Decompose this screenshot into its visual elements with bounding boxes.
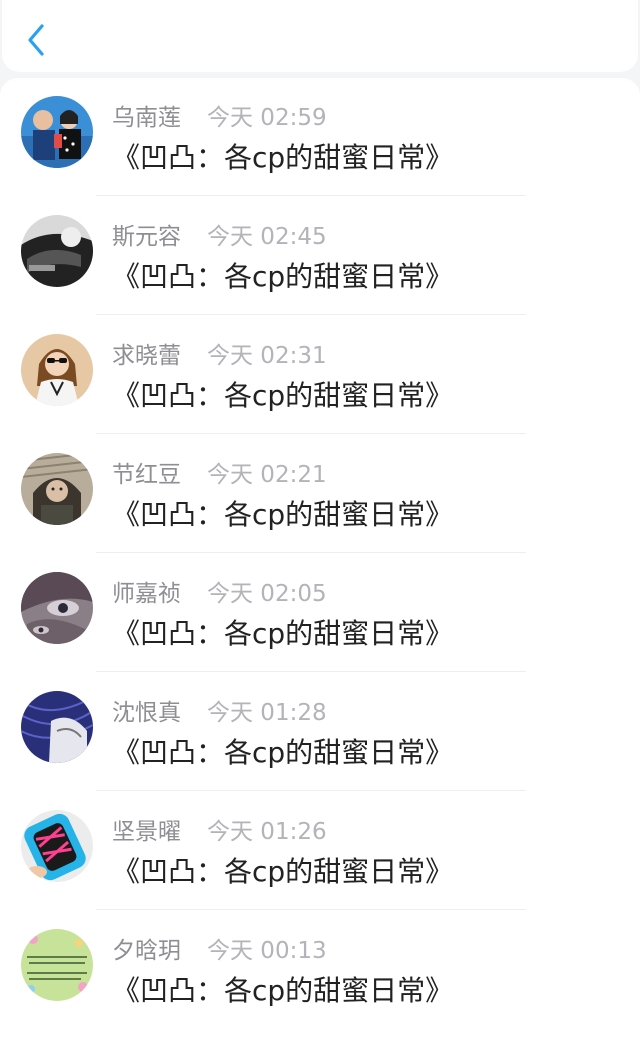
top-bar xyxy=(2,0,638,72)
sender-name: 乌南莲 xyxy=(112,105,181,131)
message-preview: 《凹凸：各cp的甜蜜日常》 xyxy=(112,736,454,769)
sender-name: 坚景曜 xyxy=(112,819,181,845)
message-preview: 《凹凸：各cp的甜蜜日常》 xyxy=(112,617,454,650)
list-item[interactable]: 乌南莲 今天 02:59 《凹凸：各cp的甜蜜日常》 xyxy=(0,78,640,197)
list-item[interactable]: 夕晗玥 今天 00:13 《凹凸：各cp的甜蜜日常》 xyxy=(0,911,640,1030)
sender-name: 斯元容 xyxy=(112,224,181,250)
message-preview: 《凹凸：各cp的甜蜜日常》 xyxy=(112,379,454,412)
divider xyxy=(96,314,526,315)
message-time: 今天 02:59 xyxy=(207,105,327,131)
message-time: 今天 02:31 xyxy=(207,343,327,369)
avatar xyxy=(21,572,93,644)
avatar xyxy=(21,215,93,287)
back-button[interactable] xyxy=(24,20,52,60)
divider xyxy=(96,433,526,434)
message-preview: 《凹凸：各cp的甜蜜日常》 xyxy=(112,260,454,293)
sender-name: 节红豆 xyxy=(112,462,181,488)
avatar xyxy=(21,810,93,882)
list-item[interactable]: 坚景曜 今天 01:26 《凹凸：各cp的甜蜜日常》 xyxy=(0,792,640,911)
message-preview: 《凹凸：各cp的甜蜜日常》 xyxy=(112,855,454,888)
chevron-left-icon xyxy=(28,24,44,56)
message-time: 今天 00:13 xyxy=(207,938,327,964)
list-item[interactable]: 师嘉祯 今天 02:05 《凹凸：各cp的甜蜜日常》 xyxy=(0,554,640,673)
list-item[interactable]: 斯元容 今天 02:45 《凹凸：各cp的甜蜜日常》 xyxy=(0,197,640,316)
divider xyxy=(96,909,526,910)
message-preview: 《凹凸：各cp的甜蜜日常》 xyxy=(112,498,454,531)
divider xyxy=(96,790,526,791)
sender-name: 沈恨真 xyxy=(112,700,181,726)
message-time: 今天 02:21 xyxy=(207,462,327,488)
avatar xyxy=(21,929,93,1001)
message-time: 今天 01:28 xyxy=(207,700,327,726)
avatar xyxy=(21,453,93,525)
divider xyxy=(96,195,526,196)
divider xyxy=(96,552,526,553)
avatar xyxy=(21,691,93,763)
list-item[interactable]: 节红豆 今天 02:21 《凹凸：各cp的甜蜜日常》 xyxy=(0,435,640,554)
avatar xyxy=(21,96,93,168)
message-list: 乌南莲 今天 02:59 《凹凸：各cp的甜蜜日常》 斯元容 今天 02:45 … xyxy=(0,78,640,1038)
message-time: 今天 01:26 xyxy=(207,819,327,845)
message-time: 今天 02:45 xyxy=(207,224,327,250)
list-item[interactable]: 求晓蕾 今天 02:31 《凹凸：各cp的甜蜜日常》 xyxy=(0,316,640,435)
divider xyxy=(96,671,526,672)
message-preview: 《凹凸：各cp的甜蜜日常》 xyxy=(112,974,454,1007)
avatar xyxy=(21,334,93,406)
message-preview: 《凹凸：各cp的甜蜜日常》 xyxy=(112,141,454,174)
message-time: 今天 02:05 xyxy=(207,581,327,607)
list-item[interactable]: 沈恨真 今天 01:28 《凹凸：各cp的甜蜜日常》 xyxy=(0,673,640,792)
sender-name: 求晓蕾 xyxy=(112,343,181,369)
sender-name: 师嘉祯 xyxy=(112,581,181,607)
sender-name: 夕晗玥 xyxy=(112,938,181,964)
